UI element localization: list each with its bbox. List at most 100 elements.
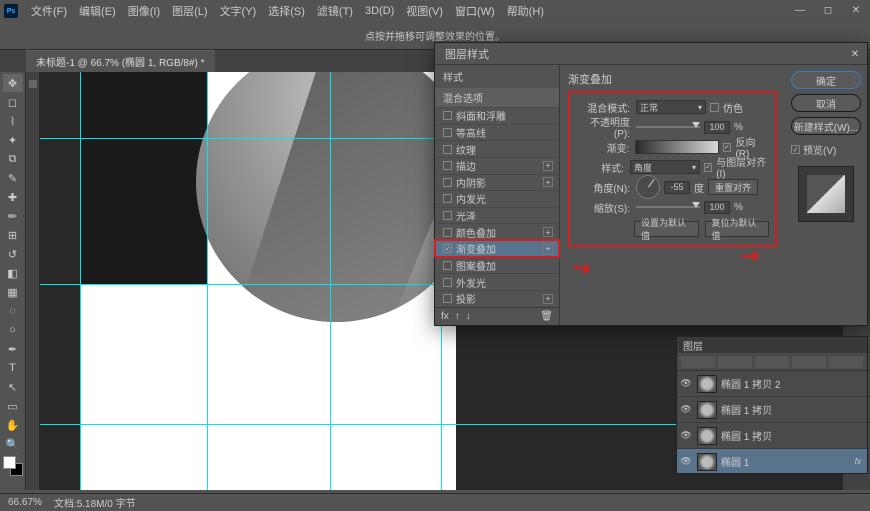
blur-tool[interactable]: ◌ — [3, 302, 23, 320]
layer-row[interactable]: 👁椭圆 1fx — [677, 449, 867, 473]
blend-mode-select[interactable]: 正常 — [636, 100, 706, 114]
type-tool[interactable]: T — [3, 359, 23, 377]
layers-tab[interactable]: 图层 — [683, 338, 703, 353]
close-window-button[interactable]: ✕ — [842, 0, 870, 20]
marquee-tool[interactable]: ◻ — [3, 93, 23, 111]
scale-input[interactable]: 100 — [704, 201, 730, 214]
effect-satin[interactable]: 光泽 — [435, 207, 559, 224]
new-style-button[interactable]: 新建样式(W)... — [791, 117, 861, 135]
styles-heading[interactable]: 样式 — [435, 65, 559, 88]
opacity-input[interactable]: 100 — [704, 121, 730, 134]
filter-item[interactable] — [755, 356, 789, 368]
blend-mode-label: 混合模式: — [576, 100, 632, 115]
layer-row[interactable]: 👁椭圆 1 拷贝 2 — [677, 371, 867, 397]
menu-view[interactable]: 视图(V) — [401, 1, 448, 21]
reset-align-button[interactable]: 重置对齐 — [708, 179, 758, 195]
layer-row[interactable]: 👁椭圆 1 拷贝 — [677, 423, 867, 449]
pen-tool[interactable]: ✒ — [3, 340, 23, 358]
color-swatches[interactable] — [3, 456, 23, 476]
effect-contour[interactable]: 等高线 — [435, 124, 559, 141]
add-icon[interactable]: + — [543, 161, 553, 171]
eraser-tool[interactable]: ◧ — [3, 264, 23, 282]
document-tab[interactable]: 未标题-1 @ 66.7% (椭圆 1, RGB/8#) * — [26, 50, 215, 72]
effect-texture[interactable]: 纹理 — [435, 140, 559, 157]
fx-menu-icon[interactable]: fx — [441, 311, 449, 322]
ok-button[interactable]: 确定 — [791, 71, 861, 89]
add-icon[interactable]: + — [543, 227, 553, 237]
gradient-tool[interactable]: ▦ — [3, 283, 23, 301]
fx-badge[interactable]: fx — [855, 457, 861, 466]
minimize-button[interactable]: — — [786, 0, 814, 20]
effect-pattern-overlay[interactable]: 图案叠加 — [435, 257, 559, 274]
maximize-button[interactable]: ◻ — [814, 0, 842, 20]
menu-image[interactable]: 图像(I) — [123, 1, 165, 21]
hand-tool[interactable]: ✋ — [3, 416, 23, 434]
filter-item[interactable] — [718, 356, 752, 368]
style-select[interactable]: 角度 — [630, 160, 700, 174]
zoom-readout[interactable]: 66.67% — [8, 497, 42, 508]
effect-gradient-overlay[interactable]: ✓渐变叠加+ — [435, 240, 559, 257]
layer-thumb — [697, 427, 717, 445]
menu-type[interactable]: 文字(Y) — [215, 1, 262, 21]
arrow-down-icon[interactable]: ↓ — [466, 311, 471, 322]
heal-tool[interactable]: ✚ — [3, 188, 23, 206]
align-checkbox[interactable]: ✓ — [704, 163, 712, 172]
layer-thumb — [697, 375, 717, 393]
reverse-checkbox[interactable]: ✓ — [723, 143, 732, 152]
gradient-picker[interactable] — [635, 140, 718, 154]
history-brush-tool[interactable]: ↺ — [3, 245, 23, 263]
align-label: 与图层对齐(I) — [716, 154, 769, 180]
menu-layer[interactable]: 图层(L) — [167, 1, 212, 21]
menu-filter[interactable]: 滤镜(T) — [312, 1, 358, 21]
collapsed-panel-left[interactable] — [26, 72, 40, 490]
crop-tool[interactable]: ⧉ — [3, 150, 23, 168]
make-default-button[interactable]: 设置为默认值 — [634, 221, 699, 237]
filter-item[interactable] — [829, 356, 863, 368]
opacity-slider[interactable] — [636, 126, 700, 128]
shape-tool[interactable]: ▭ — [3, 397, 23, 415]
menu-select[interactable]: 选择(S) — [263, 1, 310, 21]
stamp-tool[interactable]: ⊞ — [3, 226, 23, 244]
reset-default-button[interactable]: 复位为默认值 — [705, 221, 770, 237]
filter-item[interactable] — [681, 356, 715, 368]
wand-tool[interactable]: ✦ — [3, 131, 23, 149]
effect-color-overlay[interactable]: 颜色叠加+ — [435, 223, 559, 240]
menu-window[interactable]: 窗口(W) — [450, 1, 500, 21]
gradient-overlay-settings: 渐变叠加 混合模式: 正常 仿色 不透明度(P): 100 % 渐变: — [560, 65, 785, 325]
effect-drop-shadow[interactable]: 投影+ — [435, 290, 559, 307]
brush-tool[interactable]: ✏ — [3, 207, 23, 225]
angle-dial[interactable] — [636, 175, 660, 199]
blending-options[interactable]: 混合选项 — [435, 88, 559, 107]
menu-3d[interactable]: 3D(D) — [360, 3, 399, 19]
zoom-tool[interactable]: 🔍 — [3, 435, 23, 453]
dodge-tool[interactable]: ○ — [3, 321, 23, 339]
doc-info[interactable]: 文档:5.18M/0 字节 — [54, 495, 136, 510]
arrow-up-icon[interactable]: ↑ — [455, 311, 460, 322]
scale-slider[interactable] — [636, 206, 700, 208]
preview-label: 预览(V) — [803, 142, 836, 157]
menu-edit[interactable]: 编辑(E) — [74, 1, 121, 21]
lasso-tool[interactable]: ⌇ — [3, 112, 23, 130]
effect-bevel[interactable]: 斜面和浮雕 — [435, 107, 559, 124]
dither-checkbox[interactable] — [710, 103, 719, 112]
cancel-button[interactable]: 取消 — [791, 94, 861, 112]
add-icon[interactable]: + — [543, 177, 553, 187]
add-icon[interactable]: + — [543, 244, 553, 254]
eyedropper-tool[interactable]: ✎ — [3, 169, 23, 187]
path-tool[interactable]: ↖ — [3, 378, 23, 396]
effect-outer-glow[interactable]: 外发光 — [435, 273, 559, 290]
trash-icon[interactable]: 🗑 — [540, 311, 553, 322]
dialog-close-button[interactable]: ✕ — [847, 46, 863, 62]
preview-checkbox[interactable]: ✓ — [791, 145, 800, 154]
menu-help[interactable]: 帮助(H) — [502, 1, 549, 21]
angle-input[interactable]: -55 — [664, 181, 690, 194]
layer-row[interactable]: 👁椭圆 1 拷贝 — [677, 397, 867, 423]
filter-item[interactable] — [792, 356, 826, 368]
effect-inner-glow[interactable]: 内发光 — [435, 190, 559, 207]
move-tool[interactable]: ✥ — [3, 74, 23, 92]
styles-list: 样式 混合选项 斜面和浮雕 等高线 纹理 描边+ 内阴影+ 内发光 光泽 颜色叠… — [435, 65, 560, 325]
add-icon[interactable]: + — [543, 294, 553, 304]
effect-inner-shadow[interactable]: 内阴影+ — [435, 174, 559, 191]
menu-file[interactable]: 文件(F) — [26, 1, 72, 21]
effect-stroke[interactable]: 描边+ — [435, 157, 559, 174]
